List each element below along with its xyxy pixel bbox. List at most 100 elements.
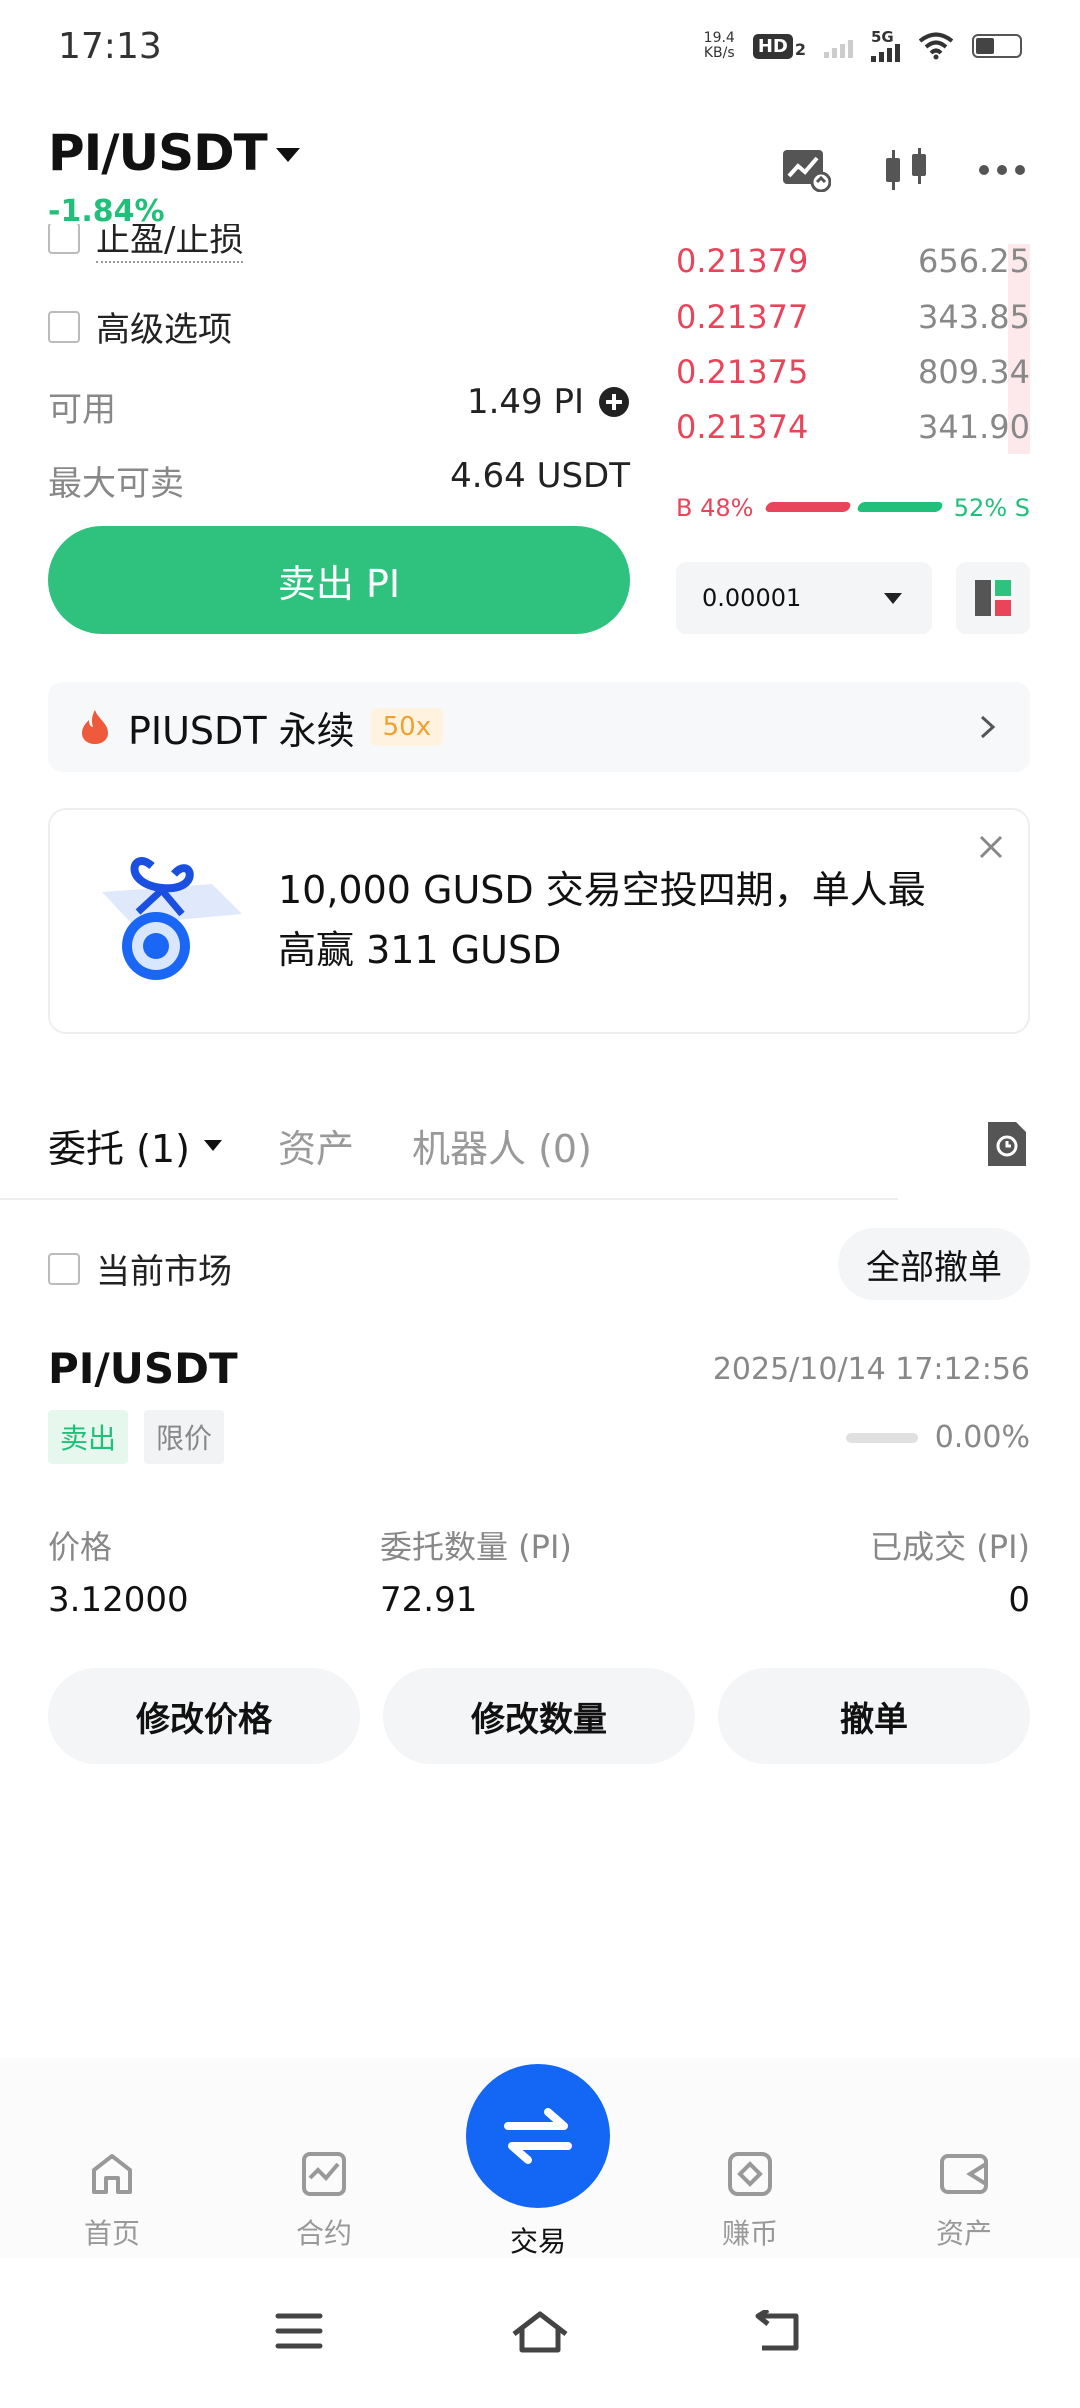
ask-price: 0.21377: [676, 298, 809, 336]
ask-row[interactable]: 0.21374 341.90: [676, 402, 1030, 452]
ask-qty: 343.85: [918, 298, 1030, 336]
available-label: 可用: [48, 390, 116, 430]
sell-ratio-bar: [856, 502, 944, 512]
quantity-value: 72.91: [380, 1580, 478, 1620]
promo-card[interactable]: 10,000 GUSD 交易空投四期，单人最高赢 311 GUSD: [48, 808, 1030, 1034]
perpetual-banner[interactable]: PIUSDT 永续 50x: [48, 682, 1030, 772]
order-time: 2025/10/14 17:12:56: [712, 1352, 1030, 1387]
tp-sl-checkbox[interactable]: [48, 224, 80, 254]
battery-icon: [972, 34, 1022, 58]
nav-home[interactable]: 首页: [52, 2150, 172, 2252]
candlestick-icon[interactable]: [878, 142, 934, 198]
nav-trade-label[interactable]: 交易: [466, 2220, 610, 2260]
chart-icon[interactable]: [778, 142, 834, 198]
advanced-checkbox[interactable]: [48, 310, 80, 343]
advanced-label: 高级选项: [96, 310, 232, 350]
order-history-button[interactable]: [984, 1120, 1030, 1172]
current-market-filter[interactable]: 当前市场: [48, 1244, 232, 1293]
nav-earn[interactable]: 赚币: [690, 2150, 810, 2252]
home-icon: [92, 2154, 132, 2194]
promo-text: 10,000 GUSD 交易空投四期，单人最高赢 311 GUSD: [278, 868, 926, 972]
ask-price: 0.21374: [676, 408, 809, 446]
current-market-label: 当前市场: [96, 1252, 232, 1292]
chevron-down-icon: [884, 592, 902, 604]
pair-title[interactable]: PI/USDT: [48, 124, 268, 182]
current-market-checkbox[interactable]: [48, 1252, 80, 1285]
ask-row[interactable]: 0.21379 656.25: [676, 236, 1030, 286]
nav-assets[interactable]: 资产: [904, 2150, 1024, 2252]
ask-qty: 341.90: [918, 408, 1030, 446]
precision-value: 0.00001: [702, 584, 802, 612]
max-sell-value: 4.64 USDT: [450, 456, 630, 496]
ask-row[interactable]: 0.21375 809.34: [676, 347, 1030, 397]
gift-coin-icon: [102, 857, 242, 980]
order-side-badge: 卖出: [48, 1410, 129, 1464]
available-row: 1.49 PI: [467, 382, 630, 422]
buy-ratio: B 48%: [676, 494, 754, 522]
swap-icon: [504, 2108, 572, 2164]
signal-5g-icon: 5G: [871, 30, 900, 62]
tab-assets[interactable]: 资产: [278, 1118, 354, 1173]
status-icons: 19.4 KB/s HD 2 5G: [704, 30, 1022, 62]
history-icon: [988, 1122, 1026, 1166]
signal-sim1-icon: [824, 34, 853, 58]
tab-orders[interactable]: 委托 (1): [48, 1118, 222, 1173]
sell-button[interactable]: 卖出 PI: [48, 526, 630, 634]
fill-progress-bar: [846, 1433, 918, 1443]
modify-price-button[interactable]: 修改价格: [48, 1668, 360, 1764]
quantity-label: 委托数量 (PI): [380, 1528, 572, 1566]
cancel-order-button[interactable]: 撤单: [718, 1668, 1030, 1764]
ask-row[interactable]: 0.21377 343.85: [676, 292, 1030, 342]
ask-qty: 809.34: [918, 353, 1030, 391]
pair-dropdown-icon[interactable]: [276, 148, 300, 162]
available-value: 1.49 PI: [466, 382, 584, 422]
precision-select[interactable]: 0.00001: [676, 562, 932, 634]
system-home-icon[interactable]: [510, 2310, 570, 2354]
net-speed-value: 19.4: [703, 30, 735, 46]
orderbook-layout-button[interactable]: [956, 562, 1030, 634]
advanced-row[interactable]: 高级选项: [48, 302, 232, 351]
cancel-all-button[interactable]: 全部撤单: [838, 1228, 1030, 1300]
nav-contract-label: 合约: [295, 2217, 352, 2250]
leverage-badge: 50x: [370, 708, 444, 746]
hd-label: HD: [752, 33, 793, 59]
nav-assets-label: 资产: [935, 2217, 992, 2250]
net-speed: 19.4 KB/s: [704, 31, 735, 61]
recent-apps-icon[interactable]: [274, 2310, 324, 2352]
chevron-right-icon: [980, 715, 996, 739]
price-value: 3.12000: [48, 1580, 189, 1620]
sell-ratio: 52% S: [953, 494, 1030, 522]
fill-progress-value: 0.00%: [934, 1420, 1030, 1455]
nav-earn-label: 赚币: [721, 2217, 778, 2250]
perpetual-name: PIUSDT 永续: [128, 708, 355, 753]
nav-home-label: 首页: [83, 2217, 140, 2250]
tab-orders-label: 委托 (1): [48, 1127, 190, 1171]
orderbook-layout-icon: [975, 580, 1011, 616]
ask-qty: 656.25: [918, 242, 1030, 280]
tab-bots[interactable]: 机器人 (0): [412, 1118, 592, 1173]
chevron-down-icon: [203, 1140, 222, 1151]
tp-sl-label: 止盈/止损: [96, 224, 244, 263]
fire-icon: [82, 710, 108, 744]
more-icon[interactable]: [974, 142, 1030, 198]
nav-contract[interactable]: 合约: [264, 2150, 384, 2252]
hd-icon: HD 2: [752, 33, 806, 59]
filled-label: 已成交 (PI): [870, 1528, 1030, 1566]
tab-divider: [0, 1198, 898, 1200]
wallet-icon: [940, 2154, 988, 2194]
contract-icon: [302, 2152, 346, 2196]
nav-trade-button[interactable]: [466, 2064, 610, 2208]
max-sell-label: 最大可卖: [48, 464, 184, 504]
earn-icon: [728, 2152, 772, 2196]
back-icon[interactable]: [752, 2310, 804, 2354]
close-icon[interactable]: [978, 834, 1004, 860]
wifi-icon: [918, 32, 954, 60]
status-time: 17:13: [58, 26, 162, 67]
add-funds-icon[interactable]: [598, 386, 630, 418]
tp-sl-row[interactable]: 止盈/止损: [48, 224, 648, 272]
filled-value: 0: [1008, 1580, 1030, 1620]
ask-price: 0.21375: [676, 353, 809, 391]
price-label: 价格: [48, 1528, 113, 1566]
buy-ratio-bar: [764, 502, 852, 512]
modify-quantity-button[interactable]: 修改数量: [383, 1668, 695, 1764]
